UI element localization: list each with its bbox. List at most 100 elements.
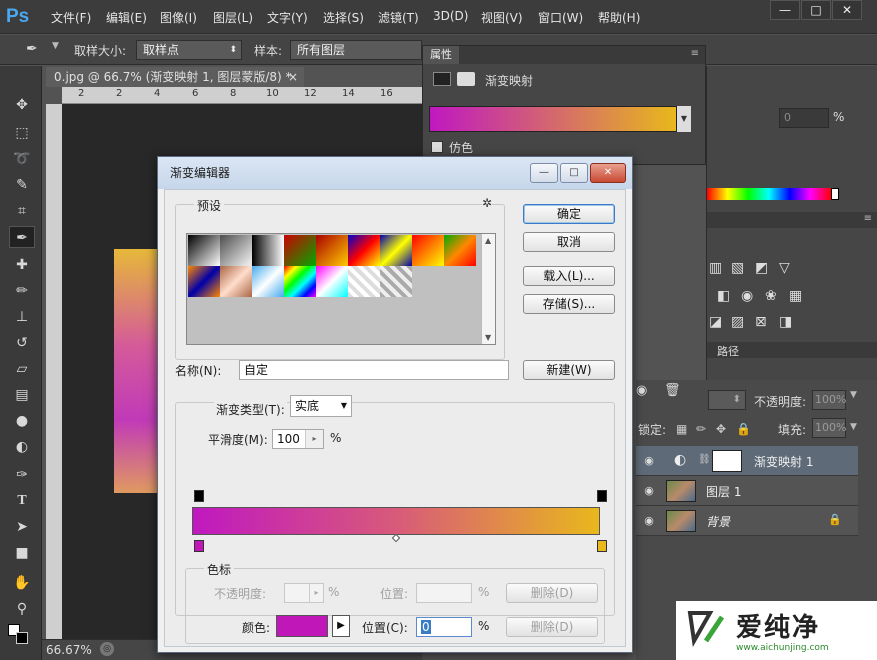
preset-swatch[interactable] [316,235,348,266]
background-color-swatch[interactable] [16,632,28,644]
stop-position-c-input[interactable]: 0 [416,617,472,637]
pen-tool-icon[interactable]: ✑ [9,464,35,486]
menu-filter[interactable]: 滤镜(T) [378,9,419,26]
curves-icon[interactable]: ▧ [731,260,744,276]
document-tab[interactable]: 0.jpg @ 66.7% (渐变映射 1, 图层蒙版/8) * × [46,67,304,87]
menu-edit[interactable]: 编辑(E) [106,9,147,26]
eraser-tool-icon[interactable]: ▱ [9,358,35,380]
marquee-tool-icon[interactable]: ⬚ [9,122,35,144]
eye-icon[interactable]: ◉ [636,383,647,398]
scroll-down-icon[interactable]: ▼ [485,333,491,342]
brush-tool-icon[interactable]: ✏ [9,280,35,302]
chevron-down-icon[interactable]: ▼ [52,41,59,51]
crop-tool-icon[interactable]: ⌗ [9,200,35,222]
threshold-icon[interactable]: ⊠ [755,314,767,330]
lock-all-icon[interactable]: 🔒 [736,422,751,436]
menu-image[interactable]: 图像(I) [160,9,197,26]
preset-swatch[interactable] [188,266,220,297]
percent-input[interactable]: 0 [779,108,829,128]
smoothness-stepper-icon[interactable]: ▸ [305,430,323,448]
sample-select[interactable]: 所有图层 [290,40,422,60]
channel-mixer-icon[interactable]: ❀ [765,288,777,304]
type-tool-icon[interactable]: T [9,490,35,512]
gear-icon[interactable]: ✲ [481,196,492,210]
layer-mask-thumbnail[interactable] [712,450,742,472]
smoothness-input[interactable]: 100 ▸ [272,429,324,449]
invert-icon[interactable]: ◪ [709,314,722,330]
close-button[interactable]: ✕ [832,0,862,20]
layer-thumbnail[interactable] [666,480,696,502]
hand-tool-icon[interactable]: ✋ [9,572,35,594]
layer-visibility-icon[interactable]: ◉ [642,484,656,498]
lock-transparent-icon[interactable]: ▦ [676,422,687,436]
dodge-tool-icon[interactable]: ◐ [9,436,35,458]
history-brush-icon[interactable]: ↺ [9,332,35,354]
chain-icon[interactable]: ⛓ [698,454,711,465]
close-tab-icon[interactable]: × [288,67,298,87]
menu-view[interactable]: 视图(V) [481,9,523,26]
layer-row[interactable]: ◉ 图层 1 [636,476,858,506]
dialog-close-button[interactable]: ✕ [590,163,626,183]
minimize-button[interactable]: — [770,0,800,20]
preset-swatch[interactable] [380,235,412,266]
tab-paths[interactable]: 路径 [717,343,739,359]
posterize-icon[interactable]: ▨ [731,314,744,330]
photo-filter-icon[interactable]: ◉ [741,288,753,304]
move-tool-icon[interactable]: ✥ [9,94,35,116]
exposure-icon[interactable]: ◩ [755,260,768,276]
gradient-dropdown-icon[interactable]: ▼ [677,106,691,132]
preset-swatch[interactable] [348,266,380,297]
vibrance-icon[interactable]: ▽ [779,260,790,276]
gradient-map-icon[interactable]: ◨ [779,314,792,330]
layer-visibility-icon[interactable]: ◉ [642,514,656,528]
mask-icon[interactable] [457,72,475,86]
preset-swatch[interactable] [220,235,252,266]
blur-tool-icon[interactable]: ● [9,410,35,432]
color-play-icon[interactable]: ▶ [332,615,350,637]
preset-swatch[interactable] [252,266,284,297]
preset-swatch[interactable] [444,235,476,266]
menu-help[interactable]: 帮助(H) [598,9,640,26]
gradient-tool-icon[interactable]: ▤ [9,384,35,406]
sample-size-select[interactable]: 取样点 ⬍ [136,40,242,60]
blend-mode-select[interactable]: ⬍ [708,390,746,410]
lock-position-icon[interactable]: ✥ [716,422,726,436]
menu-3d[interactable]: 3D(D) [433,9,468,23]
preset-swatch[interactable] [380,266,412,297]
color-balance-icon[interactable]: ◧ [717,288,730,304]
stop-opacity-input[interactable]: ▸ [284,583,324,603]
opacity-stop-left[interactable] [194,490,204,502]
properties-gradient-preview[interactable] [429,106,677,132]
eyedropper-tool-icon[interactable]: ✒ [9,226,35,248]
lock-image-icon[interactable]: ✏ [696,422,706,436]
panel-menu-icon[interactable]: ≡ [864,213,872,224]
name-input[interactable]: 自定 [239,360,509,380]
scroll-up-icon[interactable]: ▲ [485,236,491,245]
panel-menu-icon[interactable]: ≡ [691,48,699,59]
stamp-tool-icon[interactable]: ⊥ [9,306,35,328]
zoom-level[interactable]: 66.67% [46,643,92,657]
preset-swatch[interactable] [188,235,220,266]
delete-color-stop-button[interactable]: 删除(D) [506,617,598,637]
healing-tool-icon[interactable]: ✚ [9,254,35,276]
ok-button[interactable]: 确定 [523,204,615,224]
delete-opacity-stop-button[interactable]: 删除(D) [506,583,598,603]
dialog-minimize-button[interactable]: — [530,163,558,183]
shape-tool-icon[interactable]: ■ [9,542,35,564]
dialog-maximize-button[interactable]: □ [560,163,588,183]
preset-swatch[interactable] [252,235,284,266]
zoom-tool-icon[interactable]: ⚲ [9,598,35,620]
load-button[interactable]: 载入(L)... [523,266,615,286]
menu-select[interactable]: 选择(S) [323,9,364,26]
opacity-input[interactable]: 100% [812,390,846,410]
layer-visibility-icon[interactable]: ◉ [642,454,656,468]
trash-icon[interactable]: 🗑 [664,383,681,398]
color-stop-left[interactable] [194,540,204,552]
gradient-type-select[interactable]: 实底 ▼ [290,395,352,417]
presets-scrollbar[interactable]: ▲ ▼ [481,234,495,344]
preset-swatch[interactable] [412,235,444,266]
preset-swatch[interactable] [348,235,380,266]
path-select-icon[interactable]: ➤ [9,516,35,538]
layer-row[interactable]: ◉ 背景 🔒 [636,506,858,536]
quick-select-tool-icon[interactable]: ✎ [9,174,35,196]
